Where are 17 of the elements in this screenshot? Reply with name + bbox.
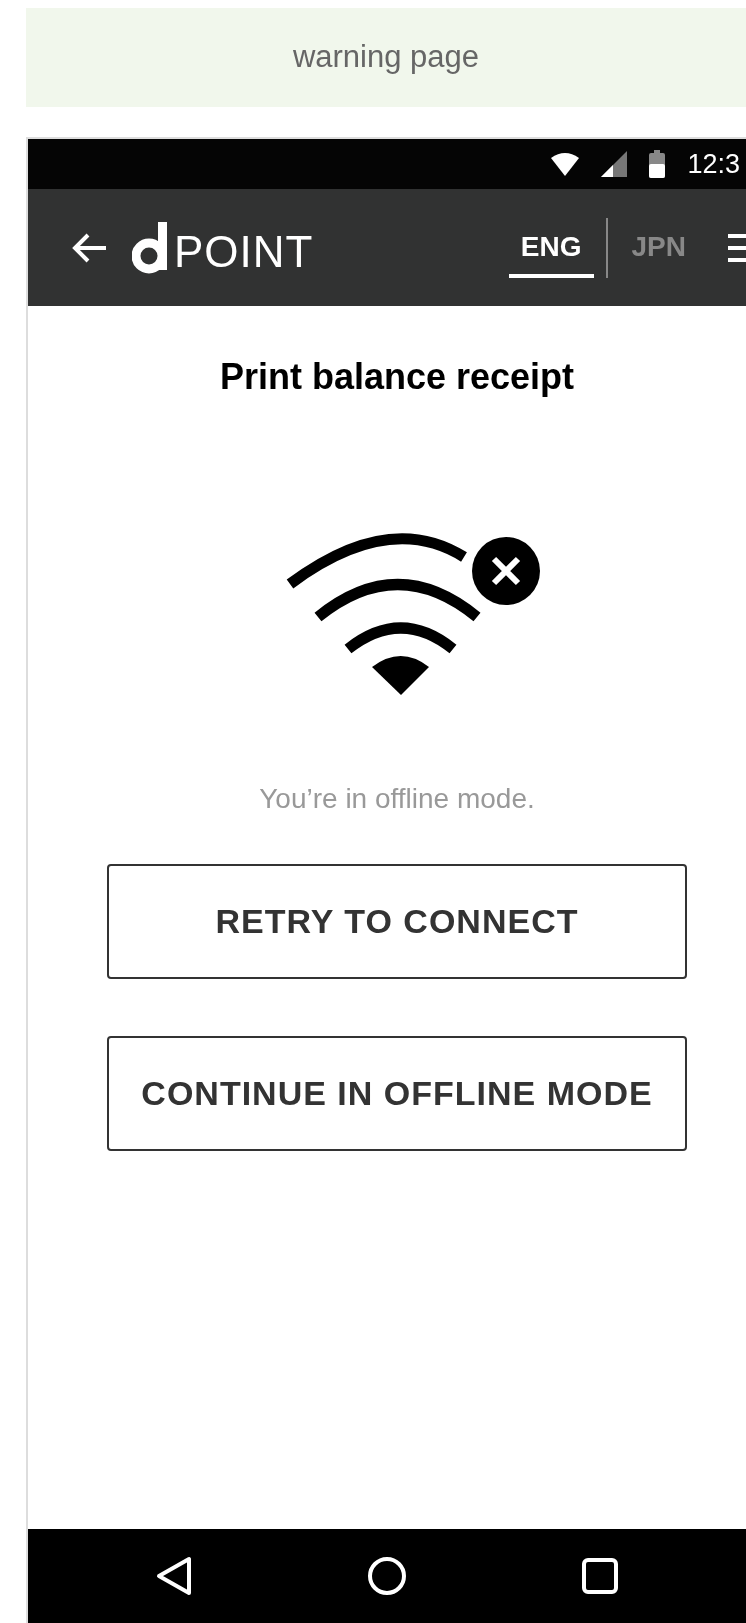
back-triangle-icon[interactable] bbox=[155, 1556, 194, 1596]
signal-icon bbox=[601, 151, 628, 177]
brand-name: POINT bbox=[174, 229, 314, 274]
offline-message: You’re in offline mode. bbox=[259, 782, 535, 816]
language-tab[interactable]: JPN bbox=[619, 217, 698, 278]
page-label: warning page bbox=[292, 38, 480, 77]
wifi-icon bbox=[551, 152, 580, 176]
home-circle-icon[interactable] bbox=[367, 1556, 407, 1596]
action-button[interactable]: RETRY TO CONNECT bbox=[107, 864, 687, 979]
language-tab[interactable]: ENG bbox=[508, 217, 594, 278]
status-time: 12:3 bbox=[687, 147, 740, 181]
action-button[interactable]: CONTINUE IN OFFLINE MODE bbox=[107, 1036, 687, 1151]
logo-icon bbox=[132, 221, 168, 274]
back-arrow-icon bbox=[72, 231, 108, 264]
recents-square-icon[interactable] bbox=[580, 1557, 619, 1595]
battery-icon bbox=[649, 150, 666, 178]
page-title: Print balance receipt bbox=[219, 355, 575, 399]
